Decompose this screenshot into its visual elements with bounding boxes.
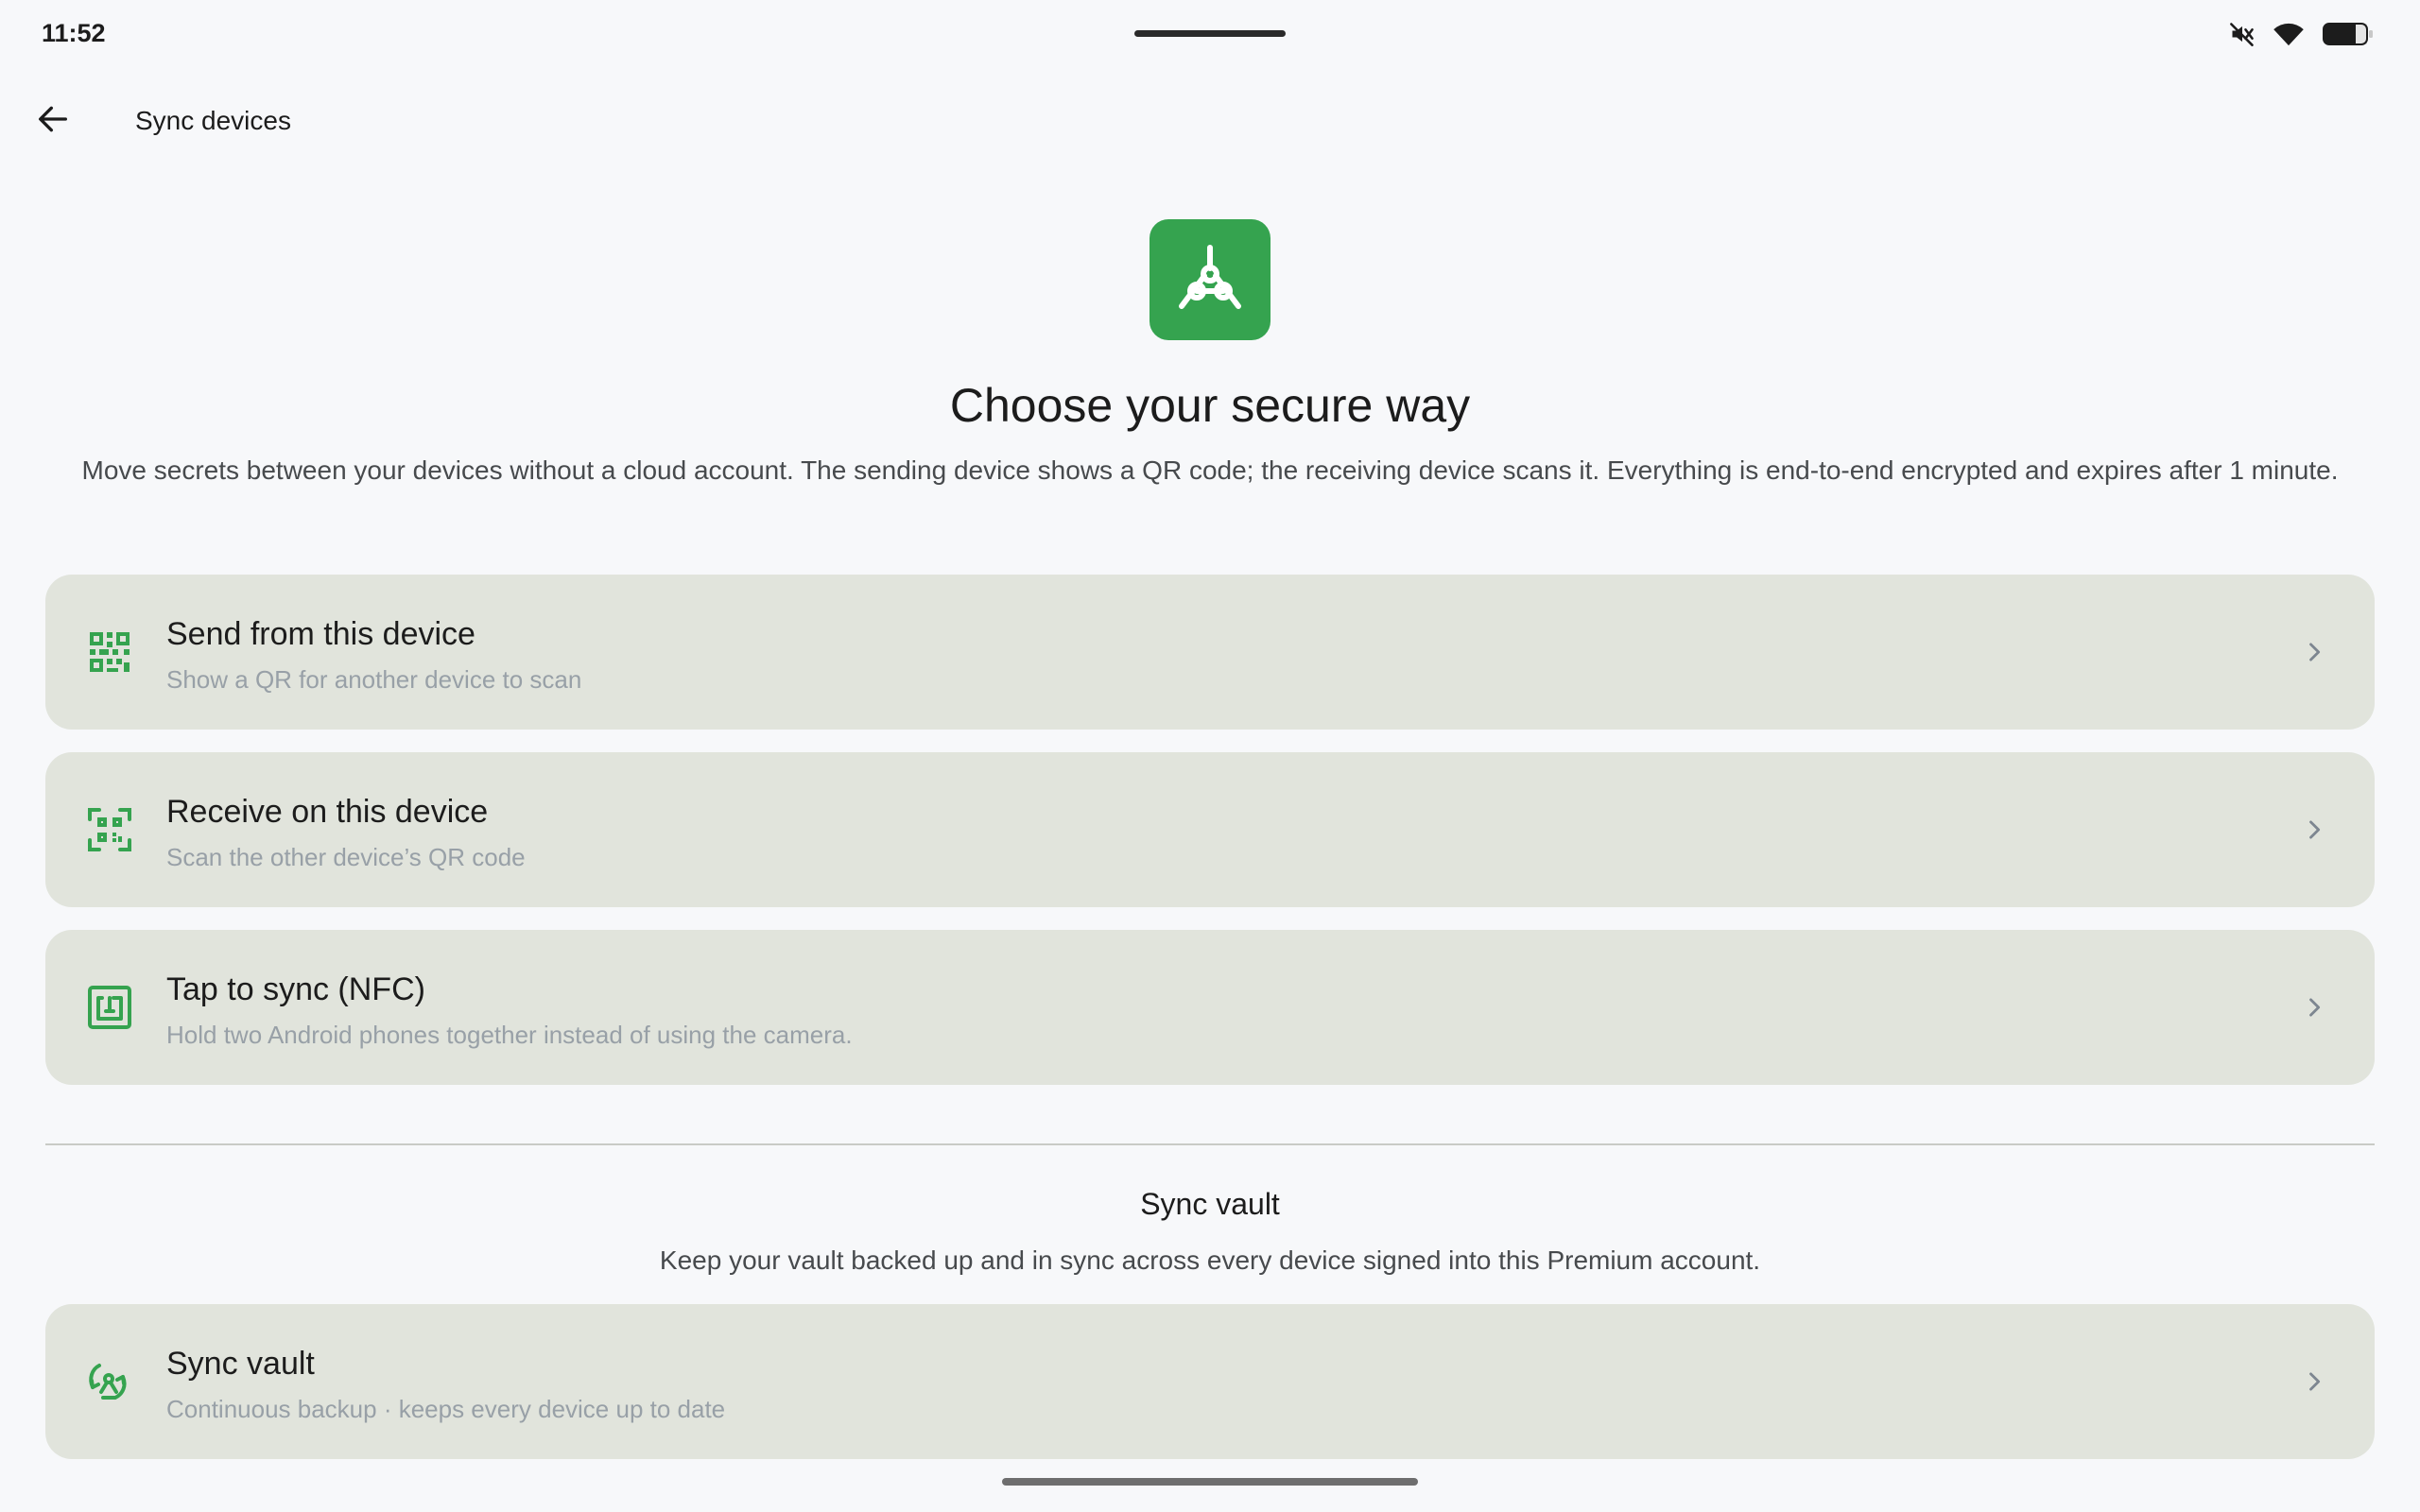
tap-to-sync-nfc-card[interactable]: Tap to sync (NFC) Hold two Android phone… <box>45 930 2375 1085</box>
card-subtitle: Hold two Android phones together instead… <box>166 1021 853 1049</box>
chevron-right-icon <box>2297 990 2331 1024</box>
card-title: Sync vault <box>166 1346 315 1382</box>
sync-vault-card[interactable]: Sync vault Continuous backup · keeps eve… <box>45 1304 2375 1459</box>
chevron-right-icon <box>2297 1365 2331 1399</box>
nfc-icon <box>85 983 134 1032</box>
receive-on-device-card[interactable]: Receive on this device Scan the other de… <box>45 752 2375 907</box>
send-from-device-card[interactable]: Send from this device Show a QR for anot… <box>45 575 2375 730</box>
card-title: Send from this device <box>166 616 475 652</box>
card-subtitle: Scan the other device’s QR code <box>166 843 526 871</box>
card-title: Tap to sync (NFC) <box>166 971 425 1007</box>
page-title: Sync devices <box>135 106 291 135</box>
section-divider <box>45 1143 2375 1145</box>
hero-title: Choose your secure way <box>949 379 1471 432</box>
mute-icon <box>2229 21 2256 47</box>
section-title: Sync vault <box>1140 1187 1280 1221</box>
chevron-right-icon <box>2297 813 2331 847</box>
gesture-navigation-handle[interactable] <box>1002 1478 1418 1486</box>
hero-description: Move secrets between your devices withou… <box>81 455 2339 485</box>
back-button[interactable] <box>28 96 78 146</box>
qr-code-icon <box>85 627 134 677</box>
battery-icon <box>2322 21 2375 47</box>
chevron-right-icon <box>2297 635 2331 669</box>
section-description: Keep your vault backed up and in sync ac… <box>659 1246 1761 1275</box>
sync-icon <box>85 1357 134 1406</box>
card-title: Receive on this device <box>166 794 489 830</box>
card-subtitle: Continuous backup · keeps every device u… <box>166 1395 726 1423</box>
card-subtitle: Show a QR for another device to scan <box>166 665 582 694</box>
top-handle-pill <box>1134 30 1286 37</box>
status-icons <box>2229 19 2375 49</box>
wifi-icon <box>2273 21 2305 47</box>
status-time: 11:52 <box>42 19 106 47</box>
arrow-back-icon <box>34 100 72 143</box>
status-bar: 11:52 <box>0 0 2420 68</box>
qr-scan-icon <box>85 805 134 854</box>
network-hub-icon <box>1150 219 1270 340</box>
app-bar: Sync devices <box>0 87 2420 155</box>
